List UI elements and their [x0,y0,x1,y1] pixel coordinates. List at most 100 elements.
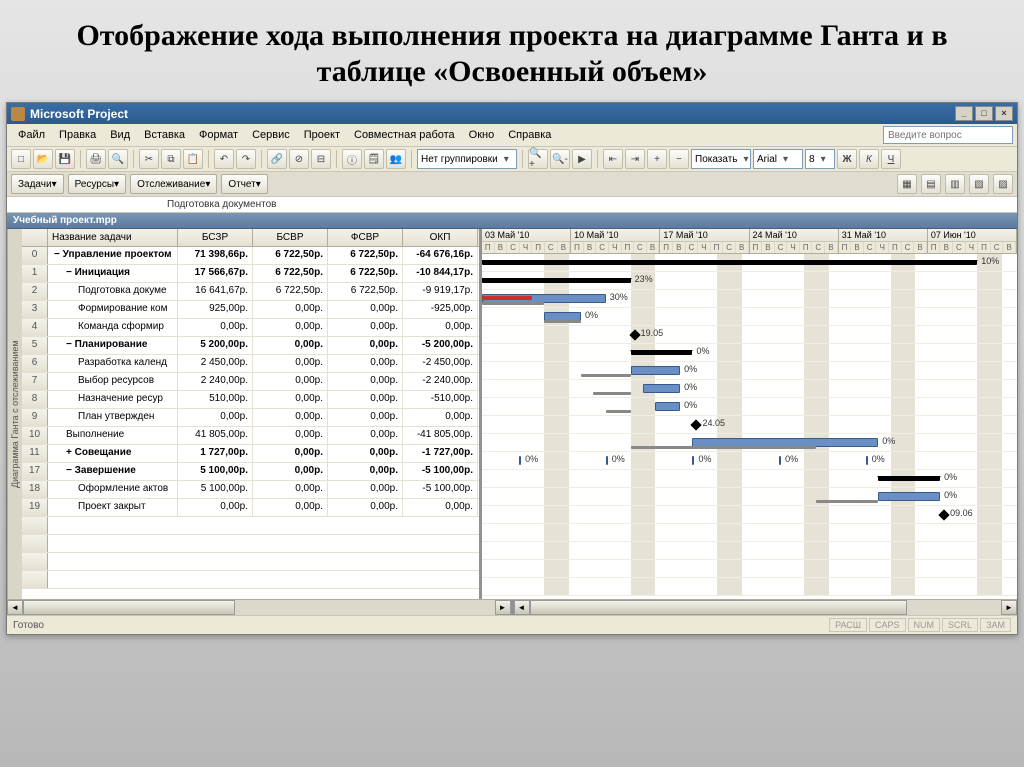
cell-name[interactable]: − Завершение [48,463,178,480]
cell-bsvr[interactable]: 6 722,50р. [253,265,328,282]
formula-bar[interactable]: Подготовка документов [7,197,1017,213]
undo-icon[interactable]: ↶ [214,149,234,169]
cell-bszr[interactable]: 510,00р. [178,391,253,408]
row-num[interactable]: 2 [22,283,48,300]
gantt-bar-summary[interactable] [482,260,977,265]
gantt-bar-task[interactable] [866,456,868,465]
gantt-bar-summary[interactable] [631,350,693,355]
gantt-body[interactable]: 10%23%30%0%19.050%0%0%0%24.050%0%0%0%0%0… [482,254,1017,596]
nav-resources[interactable]: Ресурсы ▾ [68,174,126,194]
menu-window[interactable]: Окно [462,127,502,143]
table-row[interactable]: 7Выбор ресурсов2 240,00р.0,00р.0,00р.-2 … [22,373,479,391]
cell-fsvr[interactable]: 0,00р. [328,481,403,498]
row-num[interactable]: 0 [22,247,48,264]
unlink-icon[interactable]: ⊘ [289,149,309,169]
gantt-bar-base[interactable] [631,446,817,449]
cell-okp[interactable]: 0,00р. [403,319,478,336]
minimize-button[interactable]: _ [955,106,973,121]
cell-name[interactable]: + Совещание [48,445,178,462]
cell-bszr[interactable]: 0,00р. [178,409,253,426]
table-row[interactable]: 3Формирование ком925,00р.0,00р.0,00р.-92… [22,301,479,319]
cell-bszr[interactable]: 2 450,00р. [178,355,253,372]
outdent-icon[interactable]: ⇤ [603,149,623,169]
cell-okp[interactable]: 0,00р. [403,409,478,426]
th-okp[interactable]: ОКП [403,229,478,246]
table-row[interactable]: 10Выполнение41 805,00р.0,00р.0,00р.-41 8… [22,427,479,445]
nav-tracking[interactable]: Отслеживание ▾ [130,174,217,194]
bold-icon[interactable]: Ж [837,149,857,169]
menu-collab[interactable]: Совместная работа [347,127,462,143]
cell-fsvr[interactable]: 0,00р. [328,427,403,444]
row-num[interactable]: 18 [22,481,48,498]
cell-bszr[interactable]: 0,00р. [178,499,253,516]
nav-report[interactable]: Отчет ▾ [221,174,267,194]
cell-bszr[interactable]: 71 398,66р. [178,247,253,264]
gantt-bar-task[interactable] [692,456,694,465]
table-row[interactable]: 4Команда сформир0,00р.0,00р.0,00р.0,00р. [22,319,479,337]
link-icon[interactable]: 🔗 [267,149,287,169]
menu-view[interactable]: Вид [103,127,137,143]
row-num[interactable]: 3 [22,301,48,318]
italic-icon[interactable]: К [859,149,879,169]
cell-name[interactable]: План утвержден [48,409,178,426]
scroll-left-icon[interactable]: ◄ [7,600,23,615]
zoomout-icon[interactable]: 🔍- [550,149,570,169]
gantt-bar-summary[interactable] [878,476,940,481]
menu-tools[interactable]: Сервис [245,127,297,143]
row-num[interactable]: 9 [22,409,48,426]
maximize-button[interactable]: □ [975,106,993,121]
cell-name[interactable]: − Планирование [48,337,178,354]
row-num[interactable]: 7 [22,373,48,390]
cell-okp[interactable]: -5 200,00р. [403,337,478,354]
cell-fsvr[interactable]: 6 722,50р. [328,265,403,282]
cell-okp[interactable]: -510,00р. [403,391,478,408]
cell-name[interactable]: Назначение ресур [48,391,178,408]
gantt-bar-task[interactable] [631,366,681,375]
zoomin-icon[interactable]: 🔍+ [528,149,548,169]
view-icon-2[interactable]: ▤ [921,174,941,194]
cell-name[interactable]: − Управление проектом [48,247,178,264]
cell-bsvr[interactable]: 0,00р. [253,481,328,498]
cell-bsvr[interactable]: 0,00р. [253,463,328,480]
fontsize-select[interactable]: 8 [805,149,835,169]
cell-okp[interactable]: -10 844,17р. [403,265,478,282]
cell-name[interactable]: Разработка календ [48,355,178,372]
scroll-left-icon-2[interactable]: ◄ [514,600,530,615]
cell-fsvr[interactable]: 0,00р. [328,409,403,426]
cell-fsvr[interactable]: 0,00р. [328,301,403,318]
gantt-pane[interactable]: 03 Май '10ПВСЧПСВ10 Май '10ПВСЧПСВ17 Май… [482,229,1017,599]
cell-name[interactable]: Оформление актов [48,481,178,498]
table-row[interactable]: 6Разработка календ2 450,00р.0,00р.0,00р.… [22,355,479,373]
minus-icon[interactable]: − [669,149,689,169]
view-icon-4[interactable]: ▧ [969,174,989,194]
cell-fsvr[interactable]: 0,00р. [328,445,403,462]
cell-okp[interactable]: -925,00р. [403,301,478,318]
cell-bsvr[interactable]: 0,00р. [253,301,328,318]
row-num[interactable]: 11 [22,445,48,462]
cell-okp[interactable]: -2 450,00р. [403,355,478,372]
view-sidebar[interactable]: Диаграмма Ганта с отслеживанием [7,229,22,599]
row-num[interactable]: 1 [22,265,48,282]
cell-fsvr[interactable]: 6 722,50р. [328,283,403,300]
table-row[interactable]: 8Назначение ресур510,00р.0,00р.0,00р.-51… [22,391,479,409]
table-row[interactable]: 5− Планирование5 200,00р.0,00р.0,00р.-5 … [22,337,479,355]
open-icon[interactable]: 📂 [33,149,53,169]
scroll-thumb-right[interactable] [530,600,907,615]
redo-icon[interactable]: ↷ [236,149,256,169]
menu-help[interactable]: Справка [501,127,558,143]
cell-name[interactable]: Формирование ком [48,301,178,318]
row-num[interactable]: 5 [22,337,48,354]
row-num[interactable]: 4 [22,319,48,336]
cell-bsvr[interactable]: 6 722,50р. [253,247,328,264]
row-num[interactable]: 10 [22,427,48,444]
scroll-right-icon[interactable]: ► [495,600,511,615]
row-num[interactable]: 19 [22,499,48,516]
cell-fsvr[interactable]: 0,00р. [328,373,403,390]
cell-fsvr[interactable]: 0,00р. [328,337,403,354]
cell-fsvr[interactable]: 0,00р. [328,355,403,372]
cell-bsvr[interactable]: 0,00р. [253,391,328,408]
cell-okp[interactable]: -9 919,17р. [403,283,478,300]
scroll-thumb-left[interactable] [23,600,235,615]
view-icon-3[interactable]: ▥ [945,174,965,194]
view-icon-5[interactable]: ▨ [993,174,1013,194]
